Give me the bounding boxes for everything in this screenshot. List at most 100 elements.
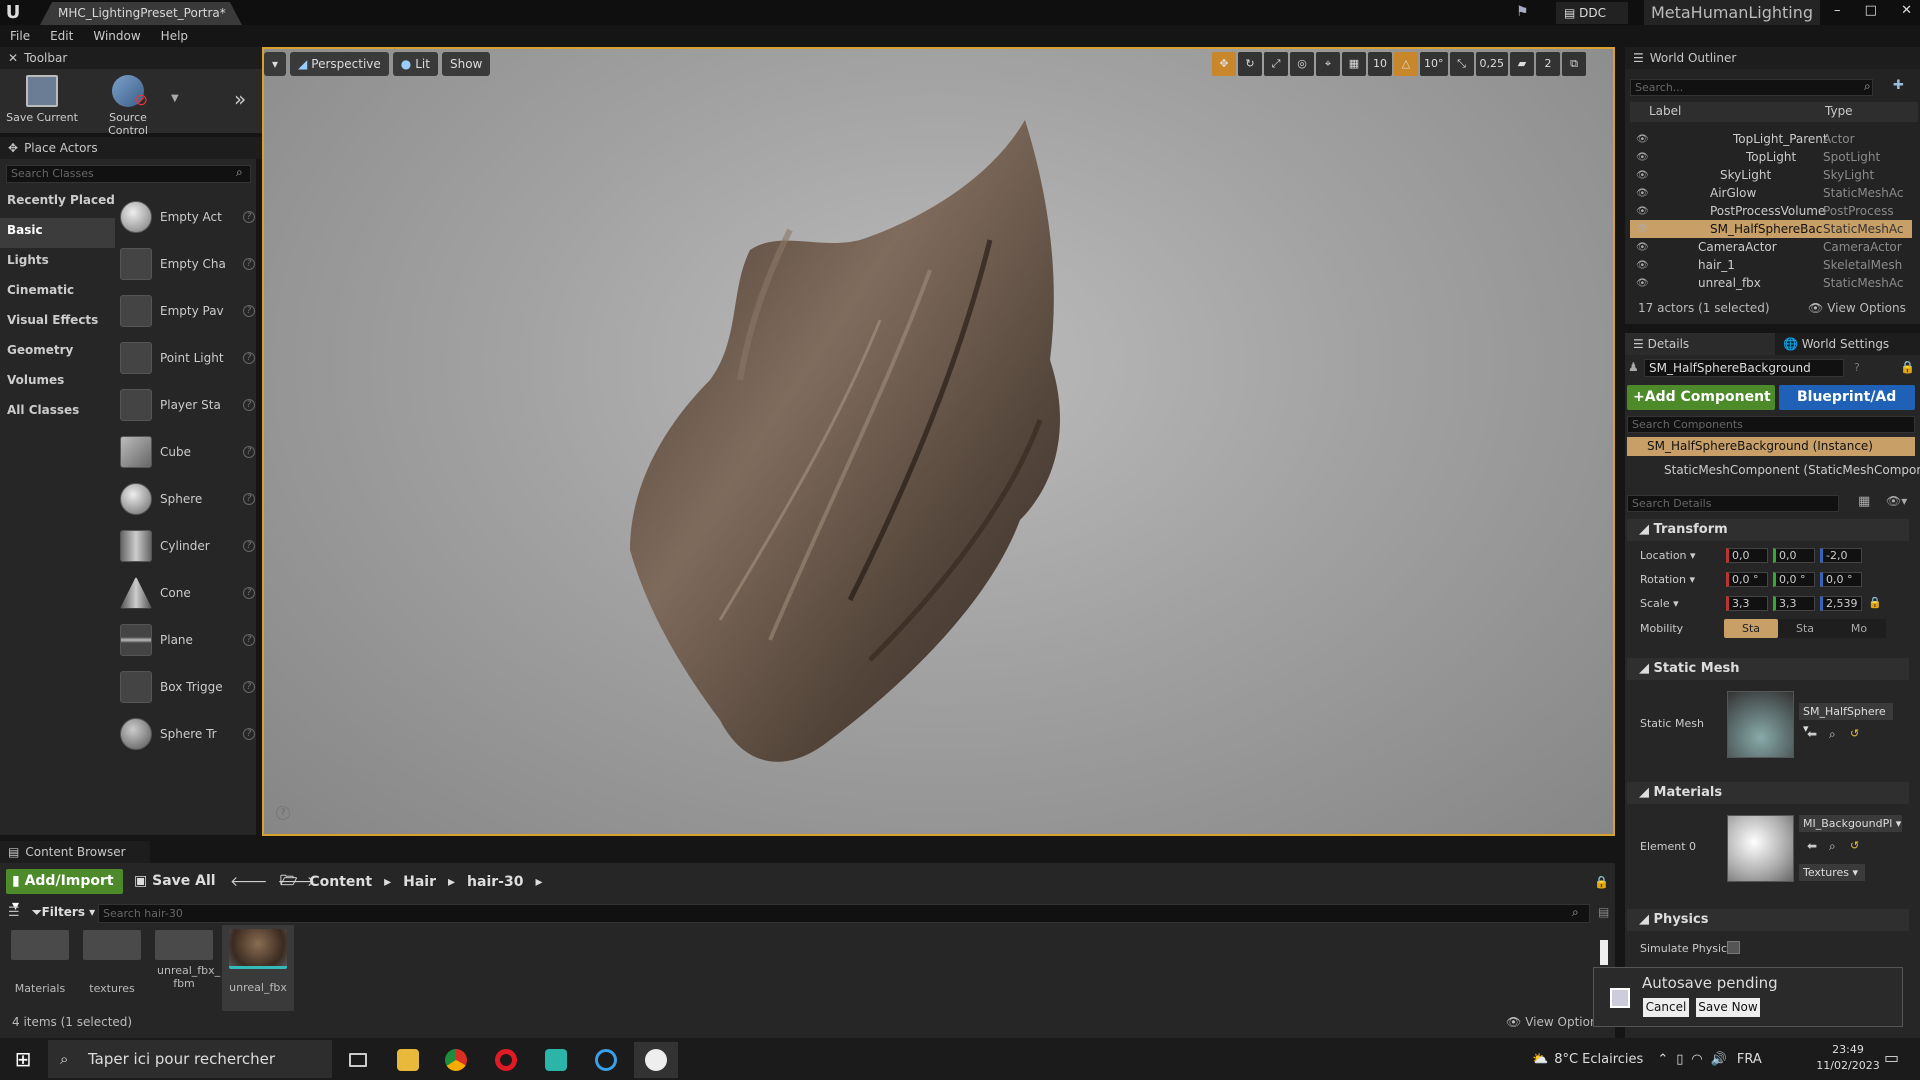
mobility-stationary[interactable]: Sta (1778, 619, 1832, 638)
help-icon[interactable]: ? (243, 210, 255, 223)
lock-icon[interactable]: 🔒 (1868, 596, 1882, 609)
rotation-snap-icon[interactable]: △ (1394, 52, 1418, 76)
content-search-input[interactable]: Search hair-30 (98, 904, 1590, 923)
actor-empty-character[interactable]: Empty Cha? (120, 240, 255, 287)
help-icon[interactable]: ? (243, 633, 255, 646)
file-explorer-icon[interactable] (386, 1042, 430, 1078)
outliner-row[interactable]: 👁 unreal_fbx StaticMeshAc (1630, 274, 1912, 292)
menu-edit[interactable]: Edit (50, 29, 73, 43)
lock-icon[interactable]: 🔒 (1594, 875, 1609, 889)
category-geometry[interactable]: Geometry (0, 338, 115, 368)
toolbar-tab[interactable]: ✕ Toolbar (0, 47, 262, 69)
sources-toggle-icon[interactable]: ☰ (8, 905, 20, 920)
eye-icon[interactable]: 👁 (1636, 170, 1650, 181)
category-volumes[interactable]: Volumes (0, 368, 115, 398)
filters-dropdown[interactable]: ⏷Filters ▾ (32, 905, 95, 920)
asset-folder[interactable]: textures (76, 930, 148, 995)
static-mesh-section[interactable]: ◢ Static Mesh (1627, 658, 1909, 680)
reset-icon[interactable]: ↺ (1850, 839, 1859, 852)
eye-icon[interactable]: 👁▾ (1886, 494, 1907, 508)
content-browser-tab[interactable]: ▤ Content Browser (0, 841, 150, 863)
component-instance-row[interactable]: SM_HalfSphereBackground (Instance) (1627, 437, 1915, 456)
browse-icon[interactable]: ⌕ (1829, 839, 1836, 854)
outliner-row-selected[interactable]: 👁 SM_HalfSphereBackgStaticMeshAc (1630, 220, 1912, 238)
help-icon[interactable]: ? (1854, 361, 1860, 374)
actor-cone[interactable]: Cone? (120, 569, 255, 616)
weather-text[interactable]: 8°C Eclaircies (1554, 1052, 1643, 1067)
transform-section[interactable]: ◢ Transform (1627, 519, 1909, 541)
eye-icon[interactable]: 👁 (1636, 188, 1650, 199)
show-button[interactable]: Show (441, 52, 491, 76)
outliner-row[interactable]: 👁 TopLight SpotLight (1630, 148, 1912, 166)
help-icon[interactable]: ? (243, 257, 255, 270)
help-icon[interactable]: ? (243, 727, 255, 740)
notification-flag-icon[interactable]: ⚑ (1516, 4, 1529, 20)
add-import-button[interactable]: ▮ Add/Import ▾ (6, 869, 123, 914)
source-control-button[interactable]: ⊘ Source Control (88, 75, 168, 137)
perspective-button[interactable]: ◢ Perspective (290, 52, 389, 76)
scale-snap-icon[interactable]: ⤡ (1449, 52, 1474, 76)
minimize-button[interactable]: – (1834, 3, 1841, 18)
task-view-icon[interactable] (336, 1042, 380, 1078)
help-icon[interactable]: ? (243, 586, 255, 599)
reset-icon[interactable]: ↺ (1850, 727, 1859, 740)
content-view-options[interactable]: 👁 View Options (1506, 1015, 1604, 1029)
search-details-input[interactable]: Search Details (1627, 495, 1839, 512)
asset-folder[interactable]: unreal_fbx_ fbm (148, 930, 220, 990)
help-icon[interactable]: ? (243, 680, 255, 693)
material-thumbnail[interactable] (1727, 815, 1794, 882)
world-local-icon[interactable]: ◎ (1290, 52, 1314, 76)
actor-name-field[interactable]: SM_HalfSphereBackground (1644, 359, 1844, 377)
device-icon[interactable]: ▯ (1676, 1052, 1683, 1067)
category-basic[interactable]: Basic (0, 218, 115, 248)
asset-folder[interactable]: Materials (4, 930, 76, 995)
category-visual-effects[interactable]: Visual Effects (0, 308, 115, 338)
tab-details[interactable]: ☰ Details (1625, 333, 1775, 355)
grid-view-icon[interactable]: ▦ (1858, 494, 1870, 509)
outliner-view-options[interactable]: 👁 View Options (1808, 301, 1906, 315)
rotation-y-field[interactable]: 0,0 ° (1773, 572, 1815, 587)
eye-icon[interactable]: 👁 (1636, 134, 1650, 145)
grid-snap-icon[interactable]: ▦ (1342, 52, 1366, 76)
eye-icon[interactable]: 👁 (1636, 260, 1650, 271)
maximize-viewport-icon[interactable]: ⧉ (1562, 52, 1586, 76)
actor-cube[interactable]: Cube? (120, 428, 255, 475)
language-indicator[interactable]: FRA (1737, 1052, 1762, 1067)
maximize-button[interactable]: □ (1865, 3, 1877, 18)
category-lights[interactable]: Lights (0, 248, 115, 278)
eye-icon[interactable]: 👁 (1636, 224, 1650, 235)
scale-x-field[interactable]: 3,3 (1726, 596, 1768, 611)
outliner-row[interactable]: 👁 AirGlow StaticMeshAc (1630, 184, 1912, 202)
viewport-options-button[interactable]: ▾ (264, 52, 287, 76)
outliner-row[interactable]: 👁 CameraActor CameraActor (1630, 238, 1912, 256)
world-outliner-tab[interactable]: ☰ World Outliner (1625, 47, 1920, 69)
actor-sphere[interactable]: Sphere? (120, 475, 255, 522)
expand-toolbar-icon[interactable]: » (234, 87, 246, 111)
simulate-physics-checkbox[interactable] (1727, 941, 1740, 954)
add-component-button[interactable]: +Add Component ▾ (1627, 385, 1775, 430)
chevron-up-icon[interactable]: ⌃ (1657, 1052, 1668, 1067)
cinema-app-icon[interactable] (584, 1042, 628, 1078)
physics-section[interactable]: ◢ Physics (1627, 909, 1909, 931)
rotation-z-field[interactable]: 0,0 ° (1820, 572, 1862, 587)
ddc-indicator[interactable]: ▤ DDC (1556, 2, 1628, 24)
category-recently-placed[interactable]: Recently Placed (0, 188, 115, 218)
scale-label[interactable]: Scale ▾ (1640, 597, 1679, 610)
location-y-field[interactable]: 0,0 (1773, 548, 1815, 563)
chevron-down-icon[interactable]: ▼ (171, 93, 179, 104)
help-icon[interactable]: ? (243, 445, 255, 458)
opera-icon[interactable] (484, 1042, 528, 1078)
breadcrumb-content[interactable]: Content (309, 874, 372, 890)
search-components-input[interactable]: Search Components (1627, 416, 1915, 433)
breadcrumb-hair[interactable]: Hair (403, 874, 436, 890)
menu-file[interactable]: File (10, 29, 30, 43)
camera-speed-value[interactable]: 2 (1536, 52, 1560, 76)
category-all-classes[interactable]: All Classes (0, 398, 115, 428)
help-icon[interactable]: ? (243, 351, 255, 364)
document-tab[interactable]: MHC_LightingPreset_Portra* (40, 2, 242, 25)
actor-player-start[interactable]: Player Sta? (120, 381, 255, 428)
location-z-field[interactable]: -2,0 (1820, 548, 1862, 563)
unreal-engine-taskbar-icon[interactable] (634, 1042, 678, 1078)
lock-icon[interactable]: 🔒 (1900, 360, 1915, 374)
lit-button[interactable]: ● Lit (392, 52, 438, 76)
